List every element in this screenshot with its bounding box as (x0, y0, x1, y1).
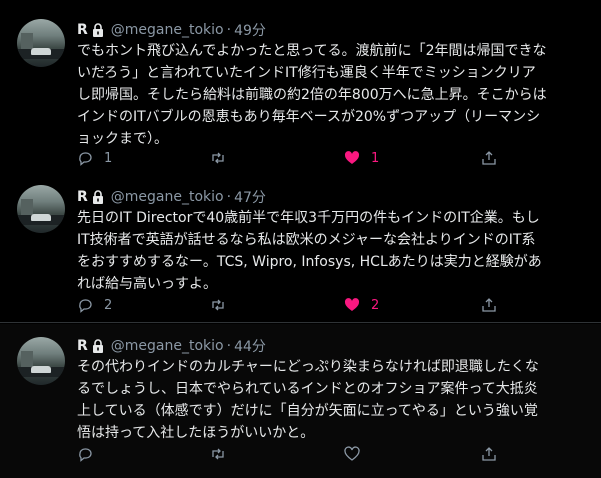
user-handle[interactable]: @megane_tokio (111, 22, 224, 38)
retweet-icon (212, 448, 224, 460)
tweet-text-line: れば給与高いっすよ。 (77, 276, 217, 292)
share-button[interactable] (481, 295, 497, 315)
lock-icon (92, 23, 103, 37)
display-name[interactable]: R (77, 338, 88, 354)
timestamp[interactable]: 44分 (234, 336, 266, 356)
tweet-text-line: でもホント飛び込んでよかったと思ってる。渡航前に「2年間は帰国できな (77, 43, 547, 59)
tweet[interactable]: R @megane_tokio · 49分 でもホント飛び込んでよかったと思って… (0, 0, 601, 166)
user-handle[interactable]: @megane_tokio (111, 338, 224, 354)
lock-icon (92, 339, 103, 353)
share-button[interactable] (481, 444, 497, 464)
tweet-text-line: をおすすめするなー。TCS, Wipro, Infosys, HCLあたりは実力… (77, 254, 542, 270)
tweet-text-line: るでしょうし、日本でやられているインドとのオフショア案件って大抵炎 (77, 381, 538, 397)
tweet-header: R @megane_tokio · 47分 (77, 187, 266, 207)
reply-icon (79, 448, 92, 462)
retweet-button[interactable] (210, 444, 226, 464)
tweet[interactable]: R @megane_tokio · 44分 その代わりインドのカルチャーにどっぷ… (0, 324, 601, 478)
tweet-text-line: 上している（体感です）だけに「自分が矢面に立ってやる」という強い覚 (77, 403, 538, 419)
timestamp[interactable]: 49分 (234, 20, 266, 40)
tweet-text-line: し即帰国。そしたら給料は前職の約2倍の年800万へに急上昇。そこからは (77, 87, 547, 103)
tweet-text-line: 悟は持って入社したほうがいいかと。 (77, 425, 315, 441)
like-count: 2 (371, 297, 380, 313)
tweet-text-line: その代わりインドのカルチャーにどっぷり染まらなければ即退職したくな (77, 359, 539, 375)
heart-outline-icon (344, 446, 360, 461)
share-icon (482, 447, 496, 461)
tweet-header: R @megane_tokio · 49分 (77, 20, 266, 40)
share-icon (482, 298, 496, 312)
like-button[interactable]: 2 (344, 295, 379, 315)
reply-button[interactable]: 2 (77, 295, 112, 315)
reply-button[interactable] (77, 444, 93, 464)
reply-icon (79, 299, 92, 313)
user-handle[interactable]: @megane_tokio (111, 189, 224, 205)
avatar[interactable] (17, 185, 65, 233)
heart-filled-icon (344, 298, 360, 311)
separator-dot: · (226, 22, 232, 38)
tweet-text-line: いだろう」と言われていたインドIT修行も運良く半年でミッションクリア (77, 65, 536, 81)
tweet[interactable]: R @megane_tokio · 47分 先日のIT Directorで40歳… (0, 163, 601, 323)
tweet-header: R @megane_tokio · 44分 (77, 336, 266, 356)
like-button[interactable] (344, 444, 360, 464)
avatar[interactable] (17, 337, 65, 385)
timestamp[interactable]: 47分 (234, 187, 266, 207)
tweet-text: 先日のIT Directorで40歳前半で年収3千万円の件もインドのIT企業。も… (77, 207, 589, 295)
avatar[interactable] (17, 19, 65, 67)
display-name[interactable]: R (77, 189, 88, 205)
tweet-actions: 2 2 (71, 295, 501, 315)
display-name[interactable]: R (77, 22, 88, 38)
tweet-text: その代わりインドのカルチャーにどっぷり染まらなければ即退職したくな るでしょうし… (77, 356, 589, 444)
reply-count: 2 (104, 297, 113, 313)
tweet-text: でもホント飛び込んでよかったと思ってる。渡航前に「2年間は帰国できな いだろう」… (77, 40, 589, 150)
lock-icon (92, 190, 103, 204)
retweet-icon (212, 299, 224, 311)
retweet-button[interactable] (210, 295, 226, 315)
tweet-text-line: IT技術者で英語が話せるなら私は欧米のメジャーな会社よりインドのIT系 (77, 232, 536, 248)
separator-dot: · (226, 338, 232, 354)
tweet-text-line: 先日のIT Directorで40歳前半で年収3千万円の件もインドのIT企業。も… (77, 210, 540, 226)
tweet-text-line: ョックまで）。 (77, 131, 168, 147)
tweet-text-line: インドのITバブルの恩恵もあり毎年ベースが20%ずつアップ（リーマンシ (77, 109, 541, 125)
separator-dot: · (226, 189, 232, 205)
tweet-actions (71, 444, 501, 464)
